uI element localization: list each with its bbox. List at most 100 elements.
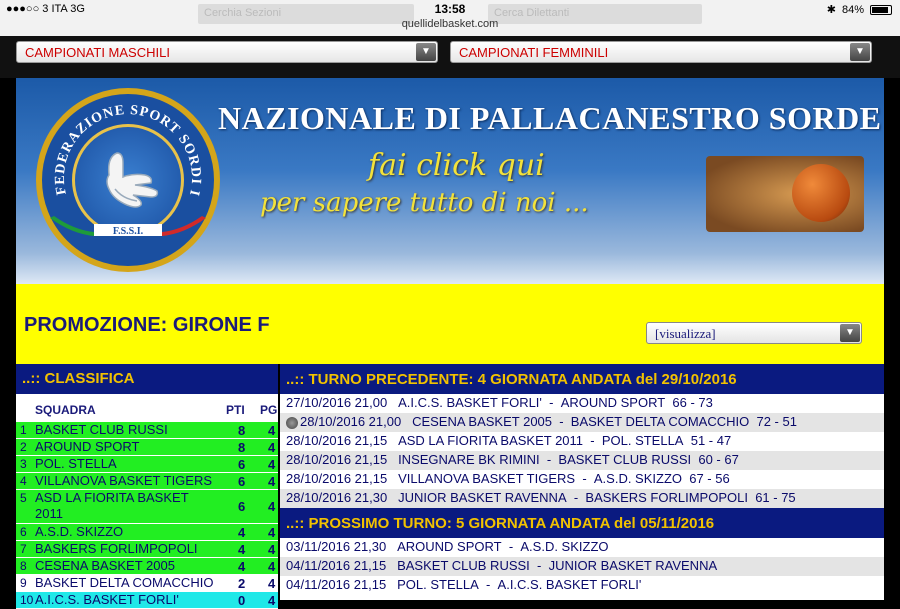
previous-round-title: ..:: TURNO PRECEDENTE: 4 GIORNATA ANDATA… <box>280 364 884 394</box>
match-datetime: 04/11/2016 21,15 <box>286 577 387 592</box>
battery-percent: 84% <box>841 3 864 16</box>
standings-points: 6 <box>238 499 246 514</box>
match-home-team: JUNIOR BASKET RAVENNA <box>398 490 567 505</box>
match-row[interactable]: 04/11/2016 21,15 POL. STELLA - A.I.C.S. … <box>280 576 884 595</box>
standings-position: 5 <box>20 491 27 505</box>
standings-row[interactable]: 5 ASD LA FIORITA BASKET 2011 6 4 <box>16 490 278 524</box>
match-row[interactable]: 28/10/2016 21,15 ASD LA FIORITA BASKET 2… <box>280 432 884 451</box>
standings-rows: 1 BASKET CLUB RUSSI 8 4 2 AROUND SPORT 8 4 3 POL.… <box>16 422 278 609</box>
match-row[interactable]: 28/10/2016 21,15 VILLANOVA BASKET TIGERS… <box>280 470 884 489</box>
standings-team: CESENA BASKET 2005 <box>35 558 175 573</box>
standings-row[interactable]: 6 A.S.D. SKIZZO 4 4 <box>16 524 278 541</box>
standings-team: A.I.C.S. BASKET FORLI' <box>35 592 179 607</box>
match-home-team: AROUND SPORT <box>397 539 502 554</box>
match-datetime: 28/10/2016 21,15 <box>286 433 388 448</box>
match-away-team: A.S.D. SKIZZO <box>520 539 609 554</box>
match-datetime: 28/10/2016 21,15 <box>286 471 388 486</box>
standings-points: 8 <box>238 423 246 438</box>
standings-row[interactable]: 10 A.I.C.S. BASKET FORLI' 0 4 <box>16 592 278 609</box>
match-score: 61 - 75 <box>755 490 796 505</box>
standings-team: VILLANOVA BASKET TIGERS <box>35 473 213 488</box>
standings-played: 4 <box>268 474 276 489</box>
standings-position: 2 <box>20 440 27 454</box>
standings-team: BASKET DELTA COMACCHIO <box>35 575 214 590</box>
chevron-down-icon: ▼ <box>850 43 870 61</box>
match-home-team: ASD LA FIORITA BASKET 2011 <box>398 433 584 448</box>
standings-team: ASD LA FIORITA BASKET 2011 <box>35 490 189 521</box>
league-header: PROMOZIONE: GIRONE F [visualizza] ▼ <box>16 284 884 364</box>
match-score: 66 - 73 <box>672 395 713 410</box>
match-home-team: BASKET CLUB RUSSI <box>397 558 530 573</box>
standings-points: 0 <box>238 593 246 608</box>
standings-row[interactable]: 9 BASKET DELTA COMACCHIO 2 4 <box>16 575 278 592</box>
basketball-photo <box>706 156 864 232</box>
standings-row[interactable]: 1 BASKET CLUB RUSSI 8 4 <box>16 422 278 439</box>
standings-row[interactable]: 2 AROUND SPORT 8 4 <box>16 439 278 456</box>
standings-points: 6 <box>238 457 246 472</box>
campionati-femminili-label: CAMPIONATI FEMMINILI <box>459 45 609 60</box>
match-row[interactable]: 28/10/2016 21,15 INSEGNARE BK RIMINI - B… <box>280 451 884 470</box>
col-team: SQUADRA <box>35 403 96 417</box>
standings-played: 4 <box>268 457 276 472</box>
view-select-value: [visualizza] <box>655 326 716 341</box>
address-bar[interactable]: quellidelbasket.com <box>0 18 900 30</box>
match-away-team: BASKERS FORLIMPOPOLI <box>585 490 748 505</box>
standings-row[interactable]: 7 BASKERS FORLIMPOPOLI 4 4 <box>16 541 278 558</box>
standings-header: SQUADRA PTI PG <box>16 394 278 422</box>
standings-played: 4 <box>268 440 276 455</box>
standings-position: 1 <box>20 423 27 437</box>
basketball-icon <box>792 164 850 222</box>
match-datetime: 27/10/2016 21,00 <box>286 395 388 410</box>
match-row[interactable]: 04/11/2016 21,15 BASKET CLUB RUSSI - JUN… <box>280 557 884 576</box>
match-home-team: CESENA BASKET 2005 <box>412 414 553 429</box>
match-row[interactable]: 03/11/2016 21,30 AROUND SPORT - A.S.D. S… <box>280 538 884 557</box>
standings-position: 8 <box>20 559 27 573</box>
campionati-maschili-dropdown[interactable]: CAMPIONATI MASCHILI ▼ <box>16 41 438 63</box>
standings-points: 2 <box>238 576 246 591</box>
match-datetime: 03/11/2016 21,30 <box>286 539 387 554</box>
standings-position: 10 <box>20 593 34 607</box>
match-home-team: POL. STELLA <box>397 577 479 592</box>
standings-row[interactable]: 3 POL. STELLA 6 4 <box>16 456 278 473</box>
svg-text:F.S.S.I.: F.S.S.I. <box>113 226 144 236</box>
standings-title: ..:: CLASSIFICA <box>16 364 278 394</box>
standings-team: AROUND SPORT <box>35 439 140 454</box>
col-pg: PG <box>260 403 278 417</box>
standings-row[interactable]: 4 VILLANOVA BASKET TIGERS 6 4 <box>16 473 278 490</box>
match-score: 67 - 56 <box>689 471 730 486</box>
standings-position: 6 <box>20 525 27 539</box>
standings-team: BASKERS FORLIMPOPOLI <box>35 541 198 556</box>
match-away-team: AROUND SPORT <box>560 395 666 410</box>
campionati-femminili-dropdown[interactable]: CAMPIONATI FEMMINILI ▼ <box>450 41 872 63</box>
match-datetime: 04/11/2016 21,15 <box>286 558 387 573</box>
previous-round-list: 27/10/2016 21,00 A.I.C.S. BASKET FORLI' … <box>280 394 884 508</box>
status-bar: Cerchia Sezioni Cerca Dilettanti ●●●○○ 3… <box>0 0 900 36</box>
match-home-team: A.I.C.S. BASKET FORLI' <box>398 395 542 410</box>
standings-points: 4 <box>238 542 246 557</box>
fssi-banner[interactable]: FEDERAZIONE SPORT SORDI ITALIA F.S.S.I. … <box>16 78 884 284</box>
standings-played: 4 <box>268 593 276 608</box>
match-datetime: 28/10/2016 21,30 <box>286 490 388 505</box>
standings-played: 4 <box>268 499 276 514</box>
fssi-seal-logo: FEDERAZIONE SPORT SORDI ITALIA F.S.S.I. <box>36 88 220 272</box>
view-select[interactable]: [visualizza] ▼ <box>646 322 862 344</box>
team-logo-icon <box>286 416 298 429</box>
match-row[interactable]: 28/10/2016 21,00 CESENA BASKET 2005 - BA… <box>280 413 884 432</box>
standings-played: 4 <box>268 423 276 438</box>
banner-cta-line1: fai click qui <box>368 148 545 183</box>
bluetooth-icon: ✱ <box>826 4 836 16</box>
standings-played: 4 <box>268 525 276 540</box>
match-score: 72 - 51 <box>756 414 797 429</box>
match-away-team: BASKET CLUB RUSSI <box>558 452 692 467</box>
match-row[interactable]: 27/10/2016 21,00 A.I.C.S. BASKET FORLI' … <box>280 394 884 413</box>
sign-hands-icon <box>106 152 159 208</box>
clock: 13:58 <box>434 2 466 16</box>
standings-points: 4 <box>238 525 246 540</box>
status-right: ✱ 84% <box>827 3 892 16</box>
standings-row[interactable]: 8 CESENA BASKET 2005 4 4 <box>16 558 278 575</box>
match-score: 51 - 47 <box>690 433 732 448</box>
match-row[interactable]: 28/10/2016 21,30 JUNIOR BASKET RAVENNA -… <box>280 489 884 508</box>
standings-position: 7 <box>20 542 27 556</box>
standings-position: 9 <box>20 576 27 590</box>
banner-cta-line2: per sapere tutto di noi ... <box>260 188 589 218</box>
